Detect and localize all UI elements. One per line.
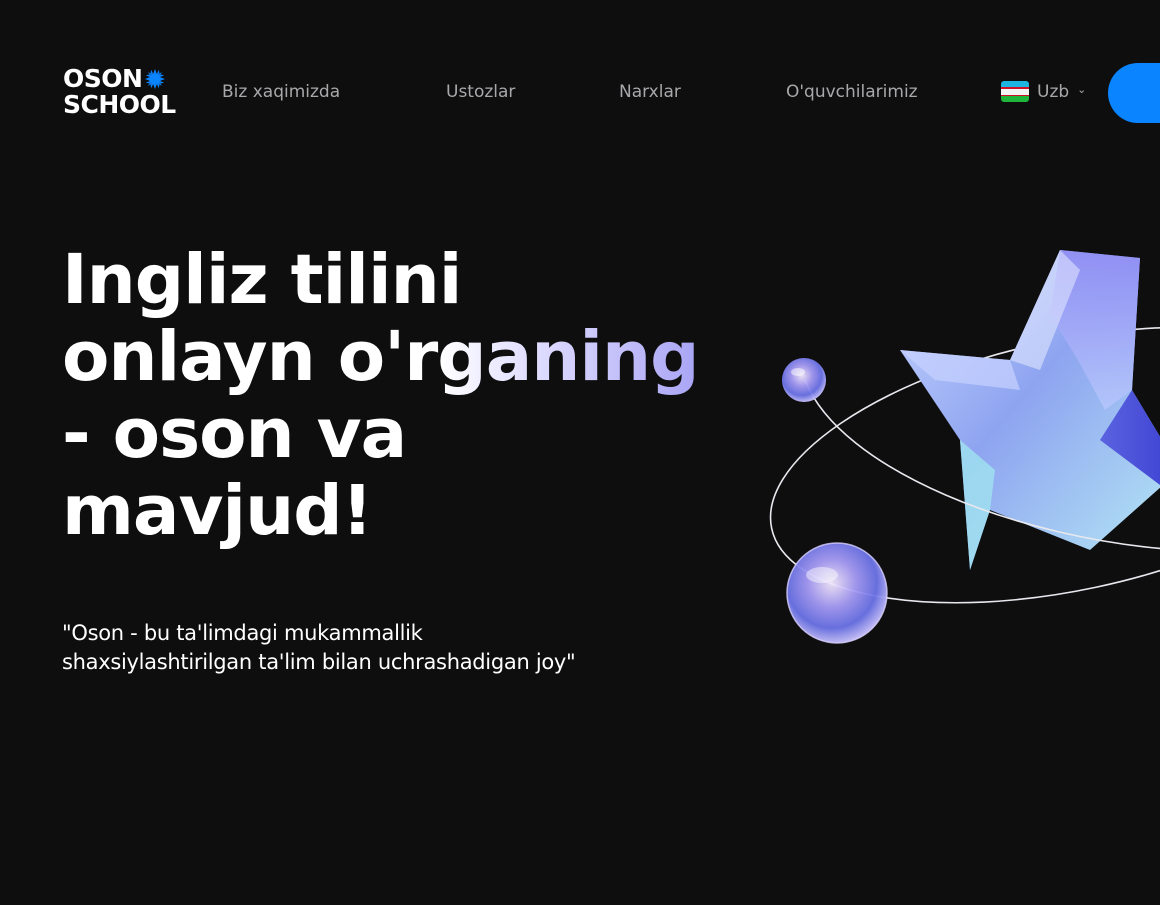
star-shape — [900, 250, 1160, 570]
small-bubble — [782, 358, 826, 402]
chevron-down-icon: ⌄ — [1077, 83, 1087, 96]
star-orbit-illustration — [769, 250, 1160, 644]
nav-item-students[interactable]: O'quvchilarimiz — [786, 82, 918, 102]
main-nav: Biz xaqimizda Ustozlar Narxlar O'quvchil… — [0, 82, 1160, 106]
hero-title-line-2-start: onlayn o'r — [62, 317, 438, 397]
hero-title-line-4: mavjud! — [62, 471, 373, 551]
language-label: Uzb — [1037, 81, 1070, 102]
nav-item-teachers[interactable]: Ustozlar — [446, 82, 515, 102]
uzbekistan-flag-icon — [1001, 81, 1029, 102]
hero-quote-line-1: "Oson - bu ta'limdagi mukammallik — [62, 621, 423, 645]
cta-button[interactable] — [1108, 63, 1160, 123]
hero-title: Ingliz tilini onlayn o'rganing - oson va… — [62, 242, 782, 550]
nav-item-prices[interactable]: Narxlar — [619, 82, 681, 102]
page: OSON SCHOOL Biz xaqimizda Ustozlar Narxl… — [0, 0, 1160, 905]
hero-title-line-2-highlight: ganing — [437, 317, 699, 397]
hero-quote: "Oson - bu ta'limdagi mukammallik shaxsi… — [62, 619, 702, 677]
hero-title-line-1: Ingliz tilini — [62, 240, 462, 320]
hero-title-line-3: - oson va — [62, 394, 407, 474]
hero-quote-line-2: shaxsiylashtirilgan ta'lim bilan uchrash… — [62, 650, 576, 674]
hero-title-line-2: onlayn o'rganing — [62, 319, 782, 396]
language-selector[interactable]: Uzb ⌄ — [1001, 81, 1086, 102]
nav-item-about[interactable]: Biz xaqimizda — [222, 82, 340, 102]
